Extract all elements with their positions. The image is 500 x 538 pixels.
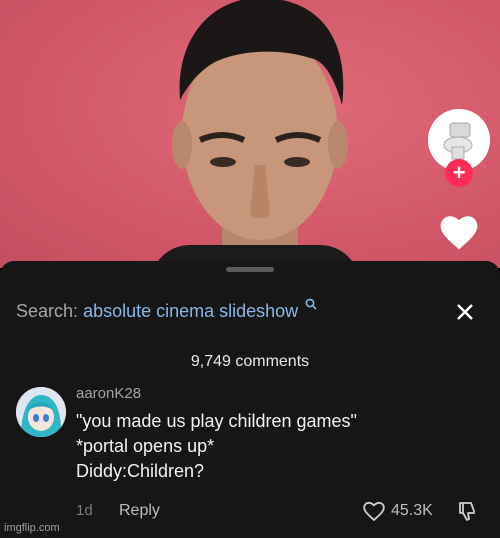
search-suggestion[interactable]: Search: absolute cinema slideshow bbox=[16, 298, 317, 323]
heart-outline-icon[interactable] bbox=[362, 500, 386, 522]
watermark: imgflip.com bbox=[4, 522, 60, 534]
search-prefix: Search: bbox=[16, 301, 79, 321]
reply-button[interactable]: Reply bbox=[119, 502, 160, 520]
comment-like-count: 45.3K bbox=[391, 502, 433, 519]
comment-text: "you made us play children games" *porta… bbox=[76, 411, 357, 481]
sheet-drag-handle[interactable] bbox=[226, 267, 274, 272]
video-player[interactable]: + 1.5M bbox=[0, 0, 500, 268]
comments-sheet: Search: absolute cinema slideshow 9,749 … bbox=[0, 261, 500, 538]
heart-icon[interactable] bbox=[438, 212, 480, 252]
avatar[interactable] bbox=[16, 387, 66, 437]
comment-meta: 1d Reply 45.3K bbox=[76, 500, 486, 522]
anime-avatar-image bbox=[16, 387, 66, 437]
comment-count: 9,749 comments bbox=[190, 353, 310, 370]
close-icon[interactable] bbox=[452, 299, 478, 325]
search-icon bbox=[305, 298, 317, 310]
comment-item: aaronK28 "you made us play children game… bbox=[16, 385, 486, 535]
search-query-link[interactable]: absolute cinema slideshow bbox=[83, 301, 298, 321]
plus-icon: + bbox=[452, 160, 466, 185]
video-frame-face bbox=[172, 0, 348, 268]
comment-age: 1d bbox=[76, 502, 93, 519]
dislike-icon[interactable] bbox=[456, 500, 478, 522]
follow-button[interactable]: + bbox=[445, 159, 473, 187]
comment-username[interactable]: aaronK28 bbox=[76, 385, 141, 402]
